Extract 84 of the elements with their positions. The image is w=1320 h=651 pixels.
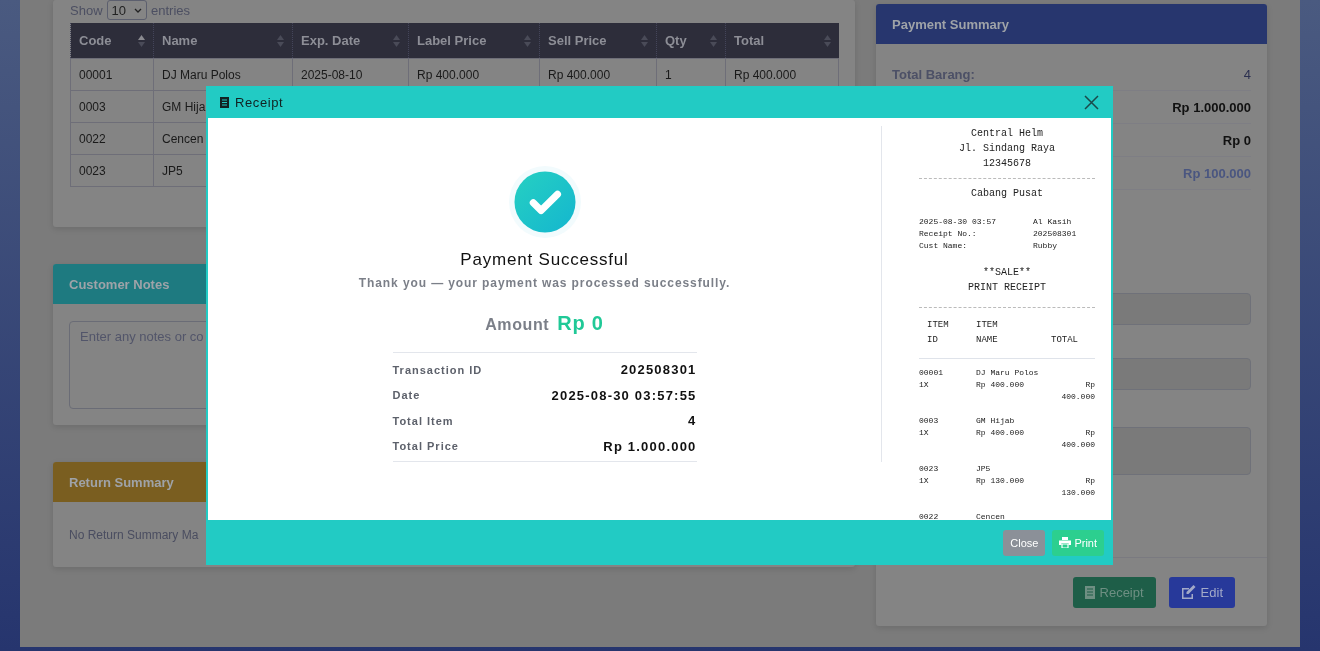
edit-button[interactable]: Edit bbox=[1168, 576, 1235, 608]
column-header: ITEM ID bbox=[926, 319, 950, 347]
item-total: Rp 130.000 bbox=[1060, 475, 1095, 499]
entries-label: entries bbox=[151, 2, 191, 18]
detail-label: Date bbox=[392, 389, 421, 402]
column-header[interactable]: Exp. Date bbox=[292, 23, 409, 59]
receipt-icon bbox=[220, 96, 229, 108]
table-cell: DJ Maru Polos bbox=[162, 67, 241, 82]
column-header[interactable]: Label Price bbox=[408, 23, 540, 59]
detail-value: 4 bbox=[688, 413, 697, 429]
receipt-meta: Receipt No.: bbox=[919, 229, 977, 238]
empty-message: No Return Summary Ma bbox=[69, 527, 199, 542]
chevron-icon bbox=[134, 7, 142, 13]
receipt-meta: 202508301 bbox=[1033, 228, 1078, 240]
item-id: 0003 bbox=[919, 415, 940, 427]
column-header[interactable]: Code bbox=[70, 23, 154, 59]
printer-icon bbox=[1059, 537, 1072, 548]
amount-label: Amount bbox=[485, 316, 550, 334]
column-header: TOTAL bbox=[1051, 334, 1079, 347]
dialog-title: Receipt bbox=[235, 94, 284, 110]
receipt-meta: 2025-08-30 bbox=[919, 216, 968, 228]
table-cell: Rp 400.000 bbox=[548, 67, 611, 82]
table-cell: Rp 400.000 bbox=[734, 67, 797, 82]
table-cell: 0003 bbox=[79, 99, 106, 114]
detail-value: 202508301 bbox=[620, 362, 697, 378]
detail-value: Rp 1.000.000 bbox=[603, 438, 697, 454]
sale-label: **SALE** bbox=[983, 267, 1031, 278]
item-name: JP5 bbox=[976, 464, 991, 473]
item-name: Cencen bbox=[976, 512, 1005, 520]
store-info: 12345678 bbox=[983, 158, 1031, 169]
card-header: Payment Summary bbox=[876, 4, 1267, 44]
receipt-meta: Al Kasih bbox=[1033, 216, 1073, 228]
receipt-meta: Cust Name: bbox=[919, 241, 967, 250]
item-qty: 1X bbox=[919, 475, 930, 487]
table-cell: 2025-08-10 bbox=[301, 67, 363, 82]
summary-value: Rp 1.000.000 bbox=[1172, 99, 1251, 115]
detail-label: Total Item bbox=[392, 414, 454, 427]
item-total: Rp 400.000 bbox=[1060, 427, 1095, 451]
summary-value: 4 bbox=[1243, 66, 1251, 82]
item-id: 0022 bbox=[919, 511, 940, 520]
receipt-heading: PRINT RECEIPT bbox=[968, 282, 1046, 293]
item-price: Rp 130.000 bbox=[976, 476, 1024, 485]
item-total: Rp 400.000 bbox=[1060, 379, 1095, 403]
status-message: Thank you — your payment was processed successfully. bbox=[358, 276, 731, 290]
receipt-icon bbox=[1084, 585, 1095, 599]
column-header[interactable]: Name bbox=[153, 23, 293, 59]
table-cell: GM Hija bbox=[162, 99, 206, 114]
table-cell: Cencen bbox=[162, 131, 204, 146]
table-cell: 1 bbox=[665, 67, 672, 82]
table-cell: JP5 bbox=[162, 163, 183, 178]
column-header[interactable]: Total bbox=[725, 23, 839, 59]
amount-value: Rp 0 bbox=[557, 312, 604, 335]
detail-label: Transaction ID bbox=[392, 363, 483, 376]
store-info: Central Helm bbox=[971, 128, 1043, 139]
edit-icon bbox=[1180, 585, 1196, 599]
column-header[interactable]: Sell Price bbox=[539, 23, 657, 59]
close-icon[interactable] bbox=[1084, 94, 1099, 110]
summary-value: Rp 0 bbox=[1222, 132, 1251, 148]
store-info: Jl. Sindang Raya bbox=[959, 143, 1055, 154]
summary-label: Total Barang: bbox=[892, 66, 975, 82]
close-button[interactable]: Close bbox=[1003, 529, 1046, 556]
column-header: ITEM NAME bbox=[976, 319, 999, 347]
table-cell: 0023 bbox=[79, 163, 106, 178]
table-cell: 00001 bbox=[79, 67, 113, 82]
detail-label: Total Price bbox=[392, 440, 459, 453]
item-name: DJ Maru Polos bbox=[976, 368, 1039, 377]
item-price: Rp 400.000 bbox=[976, 428, 1024, 437]
column-header[interactable]: Qty bbox=[656, 23, 726, 59]
receipt-meta: Rubby bbox=[1033, 240, 1058, 252]
detail-value: 2025-08-30 03:57:55 bbox=[551, 387, 697, 403]
summary-value: Rp 100.000 bbox=[1183, 165, 1251, 181]
item-name: GM Hijab bbox=[976, 416, 1015, 425]
receipt-meta: 03:57 bbox=[972, 216, 997, 228]
table-cell: 0022 bbox=[79, 131, 106, 146]
receipt-button[interactable]: Receipt bbox=[1072, 576, 1156, 608]
item-qty: 1X bbox=[919, 379, 930, 391]
item-id: 00001 bbox=[919, 367, 944, 379]
item-price: Rp 400.000 bbox=[976, 380, 1024, 389]
entries-select[interactable]: 10 bbox=[106, 0, 147, 20]
show-label: Show bbox=[70, 2, 103, 18]
branch-name: Cabang Pusat bbox=[971, 188, 1043, 199]
table-cell: Rp 400.000 bbox=[417, 67, 480, 82]
item-qty: 1X bbox=[919, 427, 930, 439]
item-id: 0023 bbox=[919, 463, 940, 475]
